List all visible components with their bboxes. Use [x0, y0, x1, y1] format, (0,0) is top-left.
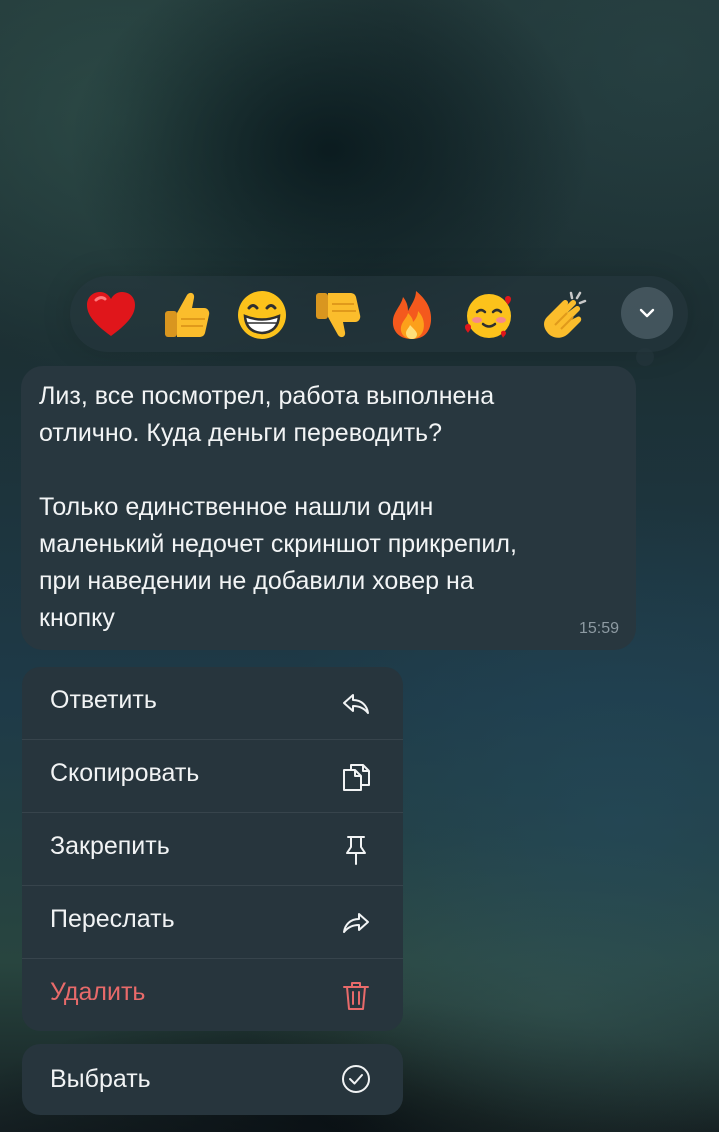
check-circle-icon [339, 1062, 373, 1096]
smiling-face-with-hearts-icon [465, 294, 511, 338]
reaction-thumbs-down[interactable] [307, 286, 365, 344]
heart-icon [87, 292, 135, 336]
message-bubble: Лиз, все посмотрел, работа выполнена отл… [21, 366, 636, 650]
menu-item-reply[interactable]: Ответить [22, 667, 403, 740]
reaction-grinning-face[interactable] [233, 286, 291, 344]
thumbs-down-icon [316, 293, 361, 338]
menu-item-label: Закрепить [50, 832, 170, 860]
grinning-face-icon [238, 291, 286, 339]
pin-icon [339, 833, 373, 867]
expand-reactions-button[interactable] [621, 287, 673, 339]
reaction-fire[interactable] [383, 286, 441, 344]
chevron-down-icon [639, 308, 655, 318]
reaction-smiling-face-with-hearts[interactable] [460, 286, 518, 344]
context-menu: Ответить Скопировать Закрепить Переслать [22, 667, 403, 1031]
thumbs-up-icon [165, 292, 210, 337]
menu-item-copy[interactable]: Скопировать [22, 740, 403, 813]
menu-item-label: Удалить [50, 978, 146, 1006]
menu-item-label: Переслать [50, 905, 175, 933]
menu-item-select[interactable]: Выбрать [22, 1044, 403, 1115]
clapping-hands-icon [544, 291, 587, 338]
copy-icon [339, 760, 373, 794]
menu-item-label: Выбрать [50, 1065, 151, 1093]
menu-item-pin[interactable]: Закрепить [22, 813, 403, 886]
reply-icon [339, 687, 373, 721]
message-text: Лиз, все посмотрел, работа выполнена отл… [39, 382, 517, 632]
reaction-bar [70, 276, 688, 366]
menu-item-forward[interactable]: Переслать [22, 886, 403, 959]
message-time: 15:59 [578, 620, 619, 637]
menu-item-delete[interactable]: Удалить [22, 959, 403, 1031]
trash-icon [339, 979, 373, 1013]
reaction-heart[interactable] [82, 286, 140, 344]
menu-item-label: Ответить [50, 686, 157, 714]
reaction-clapping-hands[interactable] [536, 286, 594, 344]
reaction-thumbs-up[interactable] [156, 286, 214, 344]
forward-icon [339, 906, 373, 940]
menu-item-label: Скопировать [50, 759, 200, 787]
fire-icon [392, 291, 432, 339]
